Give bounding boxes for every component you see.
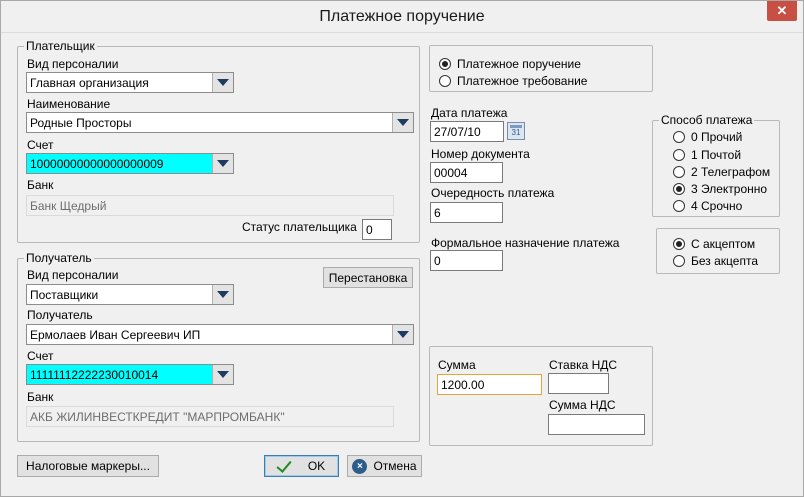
priority-value: 6 — [434, 206, 441, 220]
payment-method-option-label: 3 Электронно — [691, 182, 768, 196]
payer-name-select[interactable]: Родные Просторы — [26, 112, 414, 133]
recipient-bank-label: Банк — [27, 390, 54, 404]
radio-selected-icon — [439, 58, 451, 70]
vat-rate-input[interactable] — [548, 373, 609, 394]
recipient-name-value: Ермолаев Иван Сергеевич ИП — [30, 328, 201, 342]
radio-empty-icon — [673, 255, 685, 267]
chevron-down-icon[interactable] — [212, 365, 233, 384]
payer-name-value: Родные Просторы — [30, 116, 132, 130]
title-bar: Платежное поручение ✕ — [1, 1, 803, 33]
radio-empty-icon — [439, 75, 451, 87]
chevron-down-icon[interactable] — [212, 73, 233, 92]
purpose-value: 0 — [434, 254, 441, 268]
sum-label: Сумма — [438, 358, 476, 372]
doc-type-option-label: Платежное поручение — [457, 57, 581, 71]
payer-status-label: Статус плательщика — [242, 220, 357, 234]
vat-sum-input[interactable] — [548, 414, 645, 435]
check-icon — [278, 460, 294, 472]
recipient-account-value: 11111112222230010014 — [30, 368, 159, 382]
payer-bank-field: Банк Щедрый — [26, 195, 394, 216]
payment-method-option-label: 4 Срочно — [691, 199, 743, 213]
payment-method-radio-0[interactable]: 0 Прочий — [673, 130, 742, 144]
payer-status-input[interactable]: 0 — [362, 219, 392, 240]
purpose-label: Формальное назначение платежа — [431, 236, 620, 250]
payer-legend: Плательщик — [26, 39, 95, 53]
payer-name-label: Наименование — [27, 97, 111, 111]
recipient-name-select[interactable]: Ермолаев Иван Сергеевич ИП — [26, 324, 414, 345]
payment-method-radio-4[interactable]: 4 Срочно — [673, 199, 742, 213]
payment-method-option-label: 0 Прочий — [691, 130, 743, 144]
payer-bank-label: Банк — [27, 178, 54, 192]
chevron-down-icon[interactable] — [212, 154, 233, 173]
recipient-account-select[interactable]: 11111112222230010014 — [26, 364, 234, 385]
close-button[interactable]: ✕ — [767, 1, 797, 21]
recipient-name-label: Получатель — [27, 308, 93, 322]
purpose-input[interactable]: 0 — [430, 250, 503, 271]
radio-selected-icon — [673, 238, 685, 250]
payer-status-value: 0 — [366, 223, 373, 237]
payment-date-label: Дата платежа — [431, 106, 508, 120]
recipient-personnel-value: Поставщики — [30, 288, 99, 302]
payment-method-option-label: 2 Телеграфом — [691, 165, 771, 179]
doc-type-radio-request[interactable]: Платежное требование — [439, 74, 587, 88]
close-icon: ✕ — [776, 3, 788, 18]
dialog-window: Платежное поручение ✕ Плательщик Вид пер… — [0, 0, 804, 497]
recipient-account-label: Счет — [27, 349, 54, 363]
vat-rate-label: Ставка НДС — [549, 358, 618, 372]
priority-label: Очередность платежа — [431, 186, 555, 200]
payment-method-radio-1[interactable]: 1 Почтой — [673, 148, 741, 162]
cancel-button[interactable]: × Отмена — [347, 455, 422, 477]
payment-method-legend: Способ платежа — [661, 113, 753, 127]
cancel-button-label: Отмена — [373, 459, 417, 473]
acceptance-radio-without[interactable]: Без акцепта — [673, 254, 758, 268]
ok-button[interactable]: OK — [264, 455, 339, 477]
acceptance-option-label: Без акцепта — [691, 254, 758, 268]
vat-sum-label: Сумма НДС — [549, 398, 616, 412]
recipient-legend: Получатель — [26, 251, 92, 265]
sum-value: 1200.00 — [441, 378, 485, 392]
payer-personnel-select[interactable]: Главная организация — [26, 72, 234, 93]
radio-empty-icon — [673, 149, 685, 161]
payer-personnel-label: Вид персоналии — [27, 57, 119, 71]
tax-markers-button[interactable]: Налоговые маркеры... — [17, 455, 159, 477]
doc-number-value: 00004 — [434, 166, 468, 180]
acceptance-option-label: С акцептом — [691, 237, 756, 251]
doc-number-input[interactable]: 00004 — [430, 162, 503, 183]
payer-bank-value: Банк Щедрый — [30, 199, 107, 213]
chevron-down-icon[interactable] — [392, 325, 413, 344]
recipient-bank-field: АКБ ЖИЛИНВЕСТКРЕДИТ "МАРПРОМБАНК" — [26, 406, 394, 427]
radio-empty-icon — [673, 166, 685, 178]
payer-account-select[interactable]: 10000000000000000009 — [26, 153, 234, 174]
acceptance-radio-with[interactable]: С акцептом — [673, 237, 755, 251]
payment-method-radio-3[interactable]: 3 Электронно — [673, 182, 767, 196]
radio-empty-icon — [673, 131, 685, 143]
payer-account-label: Счет — [27, 138, 54, 152]
payer-personnel-value: Главная организация — [30, 76, 149, 90]
calendar-icon[interactable]: 31 — [507, 122, 525, 140]
payer-account-value: 10000000000000000009 — [30, 157, 164, 171]
priority-input[interactable]: 6 — [430, 202, 503, 223]
payment-date-input[interactable]: 27/07/10 — [430, 121, 504, 142]
sum-input[interactable]: 1200.00 — [437, 374, 542, 395]
chevron-down-icon[interactable] — [212, 285, 233, 304]
recipient-personnel-label: Вид персоналии — [27, 268, 119, 282]
window-title: Платежное поручение — [319, 8, 485, 25]
swap-button[interactable]: Перестановка — [323, 267, 413, 288]
radio-selected-icon — [673, 183, 685, 195]
cancel-icon: × — [352, 458, 368, 474]
radio-empty-icon — [673, 200, 685, 212]
doc-type-option-label: Платежное требование — [457, 74, 588, 88]
payment-method-option-label: 1 Почтой — [691, 148, 742, 162]
doc-type-radio-order[interactable]: Платежное поручение — [439, 57, 581, 71]
ok-button-label: OK — [307, 459, 326, 473]
payment-date-value: 27/07/10 — [434, 125, 481, 139]
recipient-bank-value: АКБ ЖИЛИНВЕСТКРЕДИТ "МАРПРОМБАНК" — [30, 410, 285, 424]
doc-number-label: Номер документа — [431, 147, 530, 161]
chevron-down-icon[interactable] — [392, 113, 413, 132]
payment-method-radio-2[interactable]: 2 Телеграфом — [673, 165, 770, 179]
recipient-personnel-select[interactable]: Поставщики — [26, 284, 234, 305]
